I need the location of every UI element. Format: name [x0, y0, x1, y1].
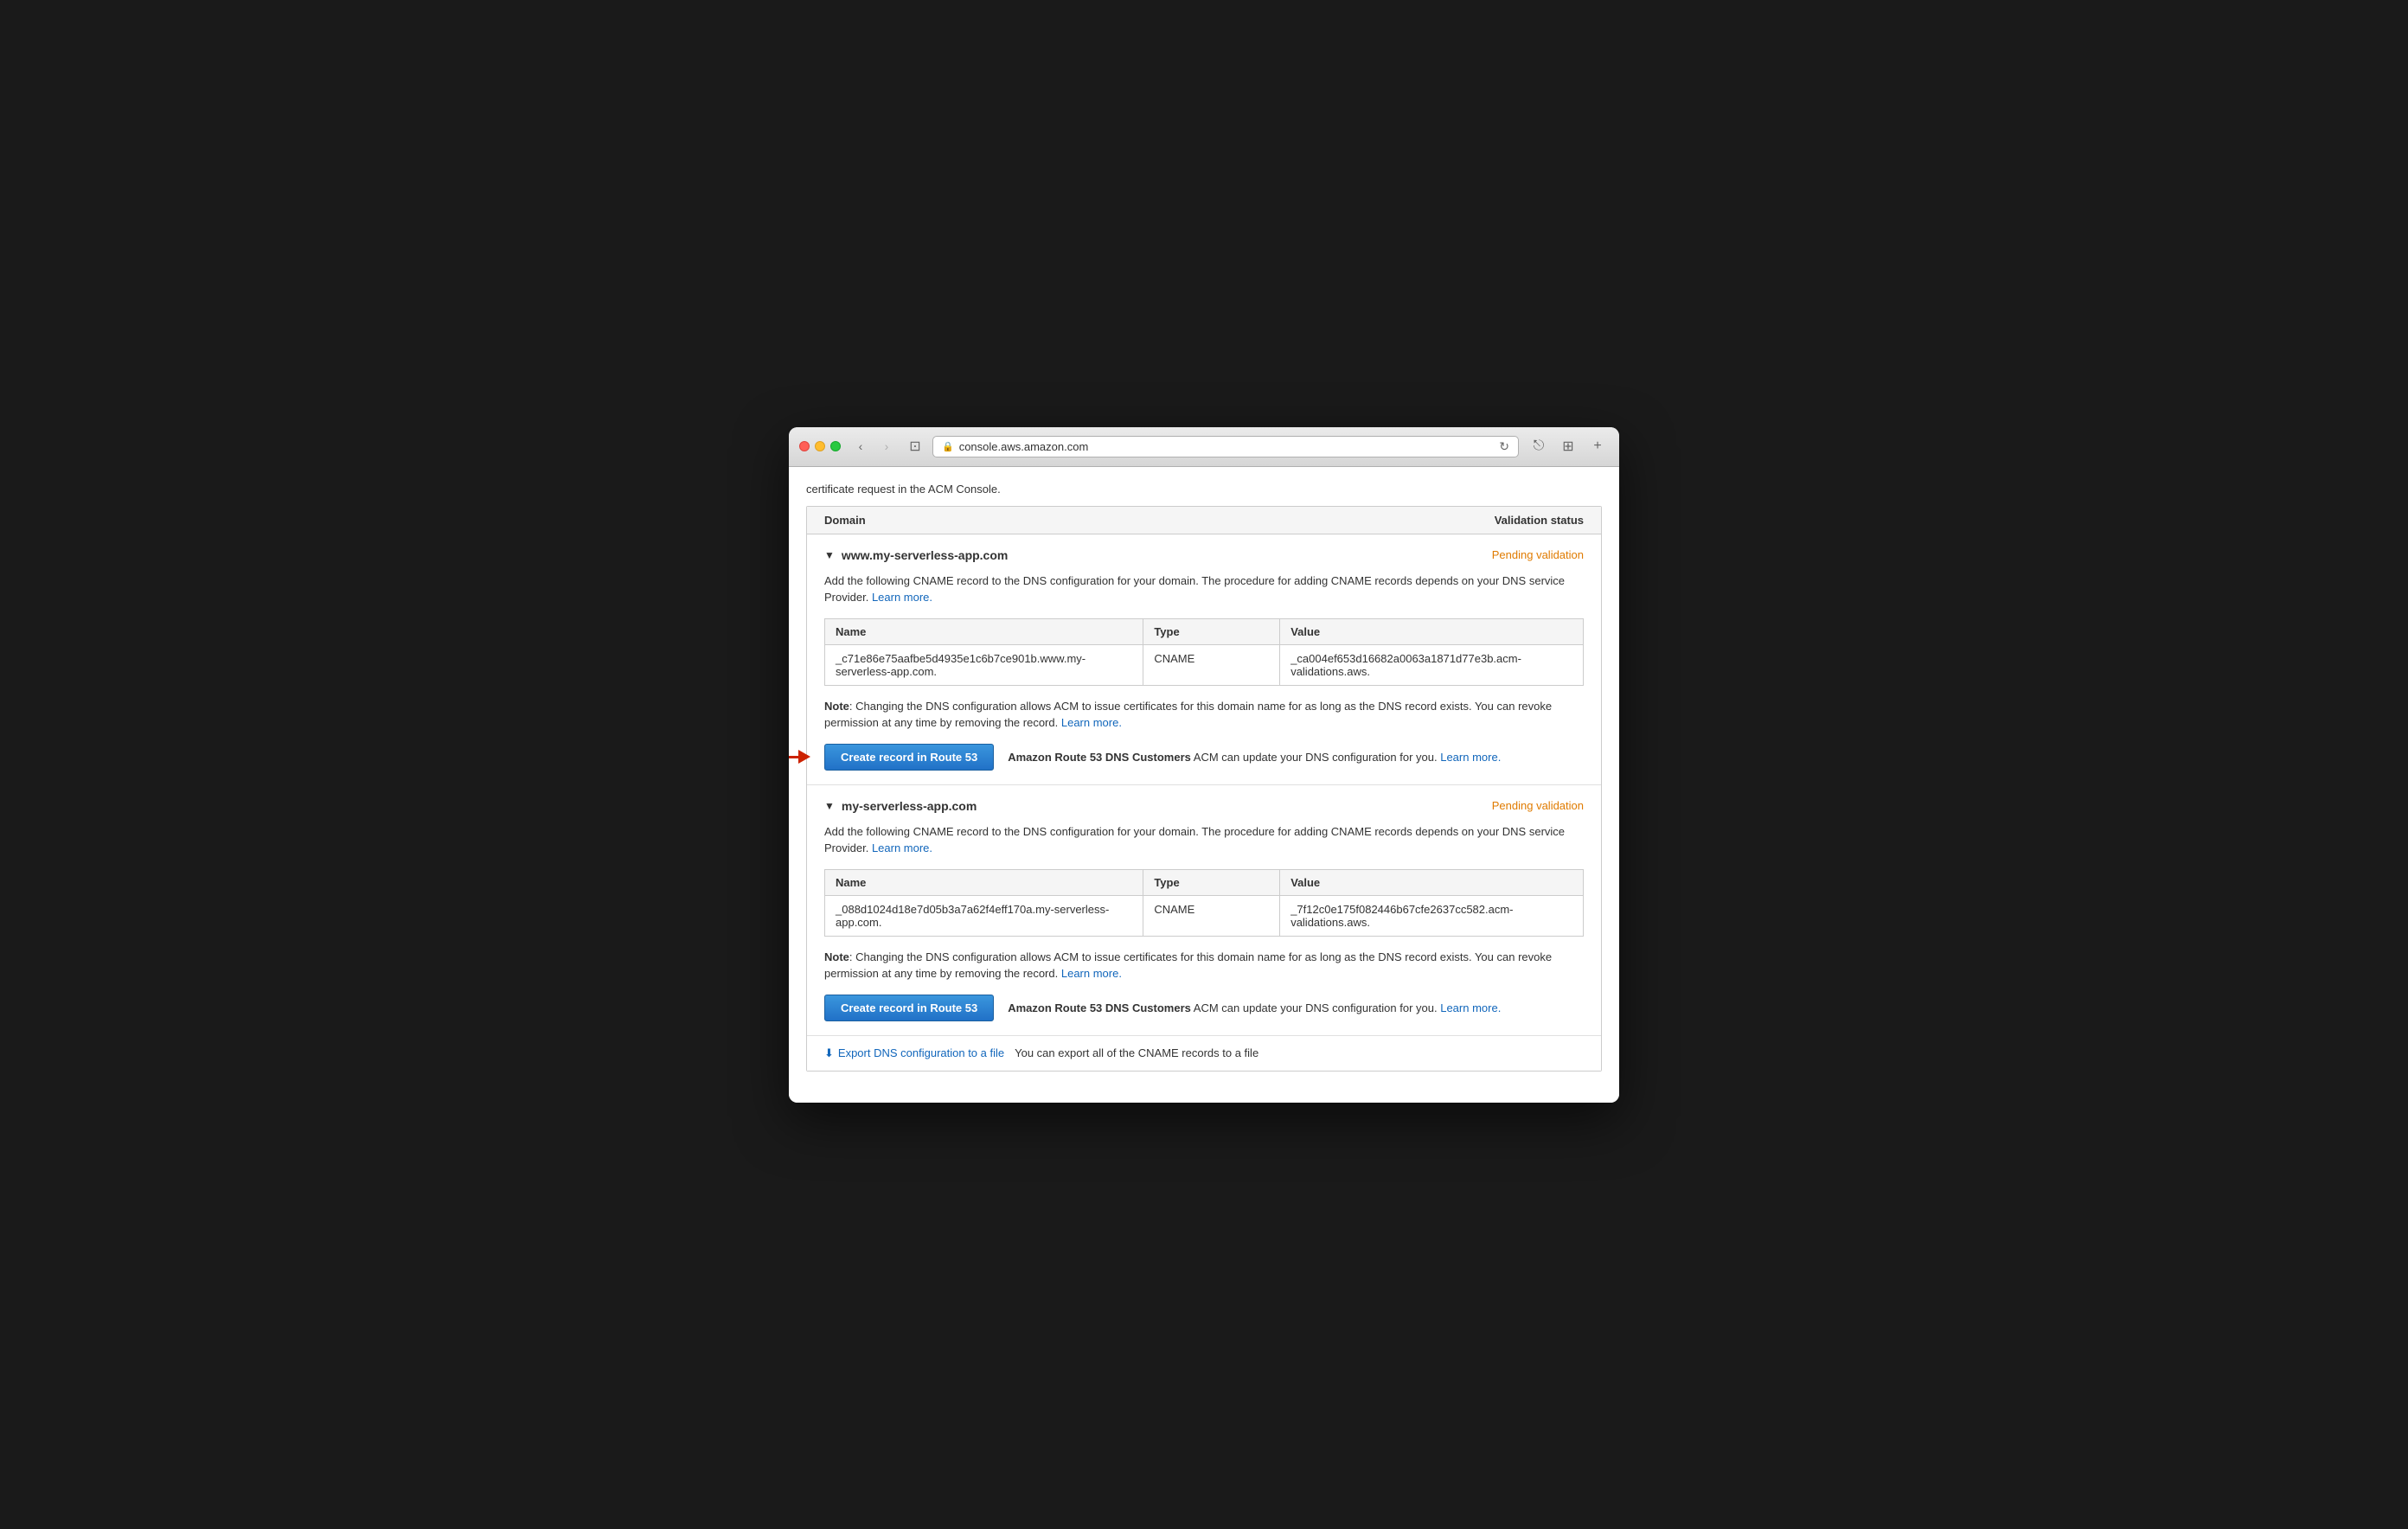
- section-2-col-name: Name: [825, 869, 1143, 895]
- section-2-chevron-icon[interactable]: ▼: [824, 800, 835, 812]
- page-wrapper: certificate request in the ACM Console. …: [789, 467, 1619, 1103]
- create-record-button-1[interactable]: Create record in Route 53: [824, 744, 994, 771]
- sidebar-toggle-button[interactable]: ⊡: [906, 438, 924, 455]
- nav-buttons: ‹ ›: [849, 438, 898, 455]
- lock-icon: 🔒: [942, 441, 954, 452]
- export-description: You can export all of the CNAME records …: [1015, 1046, 1258, 1059]
- section-2-validation-status: Pending validation: [1492, 799, 1584, 812]
- tab-grid-button[interactable]: ⊞: [1557, 438, 1579, 455]
- browser-titlebar: ‹ › ⊡ 🔒 ↻ ⎋ ⊞ +: [789, 427, 1619, 467]
- section-1-chevron-icon[interactable]: ▼: [824, 549, 835, 561]
- section-1-cname-table: Name Type Value _c71e86e75aafbe5d4935e1c…: [824, 618, 1584, 686]
- export-dns-link[interactable]: ⬇ Export DNS configuration to a file: [824, 1046, 1004, 1060]
- section-2-note: Note: Changing the DNS configuration all…: [824, 949, 1584, 982]
- section-2-action-row: Create record in Route 53 Amazon Route 5…: [824, 995, 1584, 1021]
- section-1-cname-name: _c71e86e75aafbe5d4935e1c6b7ce901b.www.my…: [825, 644, 1143, 685]
- toolbar-actions: ⎋ ⊞ +: [1527, 438, 1609, 455]
- browser-window: ‹ › ⊡ 🔒 ↻ ⎋ ⊞ + certificate request in t…: [789, 427, 1619, 1103]
- close-button[interactable]: [799, 441, 810, 451]
- section-1-customers-text: Amazon Route 53 DNS Customers ACM can up…: [1008, 751, 1501, 764]
- section-2-cname-value: _7f12c0e175f082446b67cfe2637cc582.acm-va…: [1280, 895, 1584, 936]
- create-record-button-2[interactable]: Create record in Route 53: [824, 995, 994, 1021]
- domain-col-header: Domain: [824, 514, 866, 527]
- section-1-note-learn-more-link[interactable]: Learn more.: [1061, 716, 1122, 729]
- section-2-customers-learn-more-link[interactable]: Learn more.: [1440, 1001, 1501, 1014]
- section-2-cname-type: CNAME: [1143, 895, 1280, 936]
- section-1-header: ▼ www.my-serverless-app.com Pending vali…: [824, 548, 1584, 562]
- section-2-col-type: Type: [1143, 869, 1280, 895]
- section-2-table-row: _088d1024d18e7d05b3a7a62f4eff170a.my-ser…: [825, 895, 1584, 936]
- traffic-lights: [799, 441, 841, 451]
- section-1-col-name: Name: [825, 618, 1143, 644]
- minimize-button[interactable]: [815, 441, 825, 451]
- section-2-header: ▼ my-serverless-app.com Pending validati…: [824, 799, 1584, 813]
- section-1-validation-status: Pending validation: [1492, 548, 1584, 561]
- main-card: Domain Validation status ▼ www.my-server…: [806, 506, 1602, 1072]
- section-1-note: Note: Changing the DNS configuration all…: [824, 698, 1584, 732]
- section-2-cname-name: _088d1024d18e7d05b3a7a62f4eff170a.my-ser…: [825, 895, 1143, 936]
- arrow-head-1: [798, 750, 810, 764]
- section-2-cname-table: Name Type Value _088d1024d18e7d05b3a7a62…: [824, 869, 1584, 937]
- section-1-col-value: Value: [1280, 618, 1584, 644]
- section-2-title-left: ▼ my-serverless-app.com: [824, 799, 977, 813]
- section-1-title-left: ▼ www.my-serverless-app.com: [824, 548, 1008, 562]
- address-input[interactable]: [959, 440, 1495, 453]
- forward-button[interactable]: ›: [875, 438, 898, 455]
- reload-button[interactable]: ↻: [1499, 439, 1509, 454]
- address-bar-container: 🔒 ↻: [932, 436, 1519, 457]
- arrow-line-1: [789, 756, 798, 758]
- validation-status-col-header: Validation status: [1495, 514, 1584, 527]
- section-1: ▼ www.my-serverless-app.com Pending vali…: [807, 534, 1601, 785]
- back-button[interactable]: ‹: [849, 438, 872, 455]
- section-2-note-learn-more-link[interactable]: Learn more.: [1061, 967, 1122, 980]
- export-row: ⬇ Export DNS configuration to a file You…: [807, 1036, 1601, 1071]
- cutoff-text: certificate request in the ACM Console.: [806, 476, 1602, 506]
- section-2-learn-more-link[interactable]: Learn more.: [872, 841, 932, 854]
- download-icon: ⬇: [824, 1046, 834, 1060]
- maximize-button[interactable]: [830, 441, 841, 451]
- section-2: ▼ my-serverless-app.com Pending validati…: [807, 785, 1601, 1036]
- section-1-table-row: _c71e86e75aafbe5d4935e1c6b7ce901b.www.my…: [825, 644, 1584, 685]
- section-2-customers-text: Amazon Route 53 DNS Customers ACM can up…: [1008, 1001, 1501, 1014]
- new-tab-button[interactable]: +: [1586, 438, 1609, 455]
- section-1-cname-type: CNAME: [1143, 644, 1280, 685]
- section-2-domain: my-serverless-app.com: [842, 799, 977, 813]
- section-1-customers-learn-more-link[interactable]: Learn more.: [1440, 751, 1501, 764]
- browser-content: certificate request in the ACM Console. …: [789, 467, 1619, 1103]
- section-1-col-type: Type: [1143, 618, 1280, 644]
- section-1-learn-more-link[interactable]: Learn more.: [872, 591, 932, 604]
- red-arrow-1: [789, 750, 810, 764]
- section-1-cname-value: _ca004ef653d16682a0063a1871d77e3b.acm-va…: [1280, 644, 1584, 685]
- section-2-description: Add the following CNAME record to the DN…: [824, 823, 1584, 857]
- section-1-domain: www.my-serverless-app.com: [842, 548, 1008, 562]
- section-1-description: Add the following CNAME record to the DN…: [824, 573, 1584, 606]
- share-button[interactable]: ⎋: [1527, 438, 1550, 455]
- section-1-action-row: Create record in Route 53 Amazon Route 5…: [824, 744, 1584, 771]
- section-2-col-value: Value: [1280, 869, 1584, 895]
